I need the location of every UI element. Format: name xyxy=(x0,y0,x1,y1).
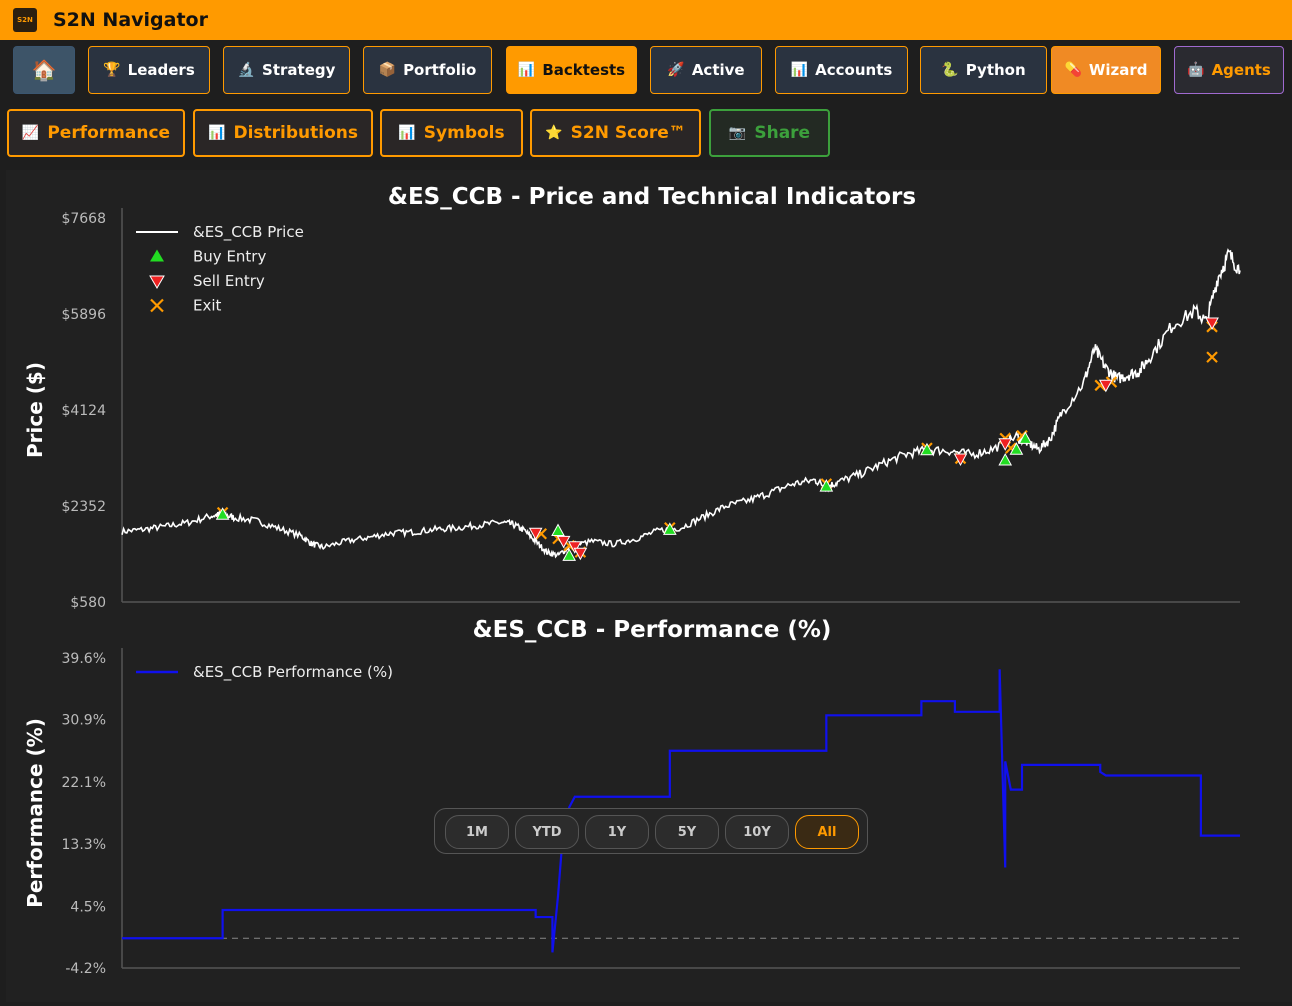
trophy-icon: 🏆 xyxy=(103,62,121,78)
nav-label: Strategy xyxy=(262,61,336,79)
y-tick-label: $5896 xyxy=(61,307,106,323)
nav-portfolio-button[interactable]: 📦 Portfolio xyxy=(363,46,492,94)
exit-marker xyxy=(1206,351,1218,363)
buy-entry-marker xyxy=(998,453,1013,466)
nav-label: Wizard xyxy=(1088,61,1148,79)
price-series-line xyxy=(121,248,1241,559)
subnav-s2n-score-button[interactable]: ⭐ S2N Score™ xyxy=(530,109,701,157)
nav-strategy-button[interactable]: 🔬 Strategy xyxy=(223,46,350,94)
robot-icon: 🤖 xyxy=(1187,62,1205,78)
y-tick-label: -4.2% xyxy=(65,961,106,977)
y-tick-label: 30.9% xyxy=(62,713,106,729)
nav-backtests-button[interactable]: 📊 Backtests xyxy=(506,46,637,94)
y-axis-label: Performance (%) xyxy=(23,718,47,908)
package-icon: 📦 xyxy=(378,62,397,78)
subnav-share-button[interactable]: 📷 Share xyxy=(709,109,830,157)
title-bar: S2N S2N Navigator xyxy=(0,0,1292,40)
app-title: S2N Navigator xyxy=(53,9,208,31)
y-tick-label: 22.1% xyxy=(62,775,106,791)
nav-agents-button[interactable]: 🤖 Agents xyxy=(1174,46,1284,94)
nav-label: Agents xyxy=(1211,61,1271,79)
range-selector: 1M YTD 1Y 5Y 10Y All xyxy=(434,808,868,854)
chart-0 xyxy=(121,208,1241,603)
home-icon: 🏠 xyxy=(31,58,57,82)
sub-nav: 📈 Performance 📊 Distributions 📊 Symbols ⭐ S2N S… xyxy=(0,109,1292,159)
nav-label: Leaders xyxy=(127,61,195,79)
microscope-icon: 🔬 xyxy=(237,62,256,78)
line-chart-icon: 📈 xyxy=(21,125,40,141)
legend-sell-swatch xyxy=(149,275,165,289)
y-tick-label: 39.6% xyxy=(62,651,106,667)
python-icon: 🐍 xyxy=(941,62,959,78)
subnav-label: Distributions xyxy=(233,123,358,143)
chart-title: &ES_CCB - Price and Technical Indicators xyxy=(388,184,916,210)
y-axis-label: Price ($) xyxy=(23,362,47,458)
legend-buy-swatch xyxy=(150,249,164,262)
range-1y-button[interactable]: 1Y xyxy=(585,815,649,849)
bar-chart-icon: 📊 xyxy=(398,125,416,141)
range-ytd-button[interactable]: YTD xyxy=(515,815,579,849)
nav-label: Python xyxy=(965,61,1026,79)
nav-wizard-button[interactable]: 💊 Wizard xyxy=(1051,46,1161,94)
nav-active-button[interactable]: 🚀 Active xyxy=(650,46,762,94)
subnav-symbols-button[interactable]: 📊 Symbols xyxy=(380,109,523,157)
chart-title: &ES_CCB - Performance (%) xyxy=(473,617,832,643)
subnav-label: Share xyxy=(754,123,811,143)
legend-label: Sell Entry xyxy=(193,272,265,290)
nav-label: Portfolio xyxy=(403,61,477,79)
nav-accounts-button[interactable]: 📊 Accounts xyxy=(775,46,908,94)
y-tick-label: $7668 xyxy=(61,211,106,227)
y-tick-label: 4.5% xyxy=(70,899,106,915)
subnav-performance-button[interactable]: 📈 Performance xyxy=(7,109,185,157)
bar-chart-icon: 📊 xyxy=(208,125,226,141)
app-logo: S2N xyxy=(13,8,37,32)
y-tick-label: $2352 xyxy=(61,499,106,515)
subnav-label: Performance xyxy=(47,123,171,143)
main-nav: 🏠 🏆 Leaders 🔬 Strategy 📦 Portfolio 📊 Backtests 🚀 A… xyxy=(0,46,1292,96)
charts-svg: &ES_CCB - Price and Technical Indicators… xyxy=(23,184,1241,977)
y-tick-label: $580 xyxy=(70,595,106,611)
rocket-icon: 🚀 xyxy=(667,62,685,78)
buy-entry-marker xyxy=(551,523,565,536)
legend-label: Buy Entry xyxy=(193,248,266,266)
y-tick-label: $4124 xyxy=(61,403,106,419)
subnav-label: S2N Score™ xyxy=(570,123,686,143)
nav-home-button[interactable]: 🏠 xyxy=(13,46,75,94)
legend-exit-swatch xyxy=(150,298,164,313)
chart-panel: &ES_CCB - Price and Technical Indicators… xyxy=(6,170,1292,1002)
bar-chart-icon: 📊 xyxy=(790,62,809,78)
range-all-button[interactable]: All xyxy=(795,815,859,849)
range-5y-button[interactable]: 5Y xyxy=(655,815,719,849)
legend-label: &ES_CCB Price xyxy=(193,223,304,242)
subnav-distributions-button[interactable]: 📊 Distributions xyxy=(193,109,373,157)
nav-python-button[interactable]: 🐍 Python xyxy=(920,46,1047,94)
star-icon: ⭐ xyxy=(545,125,563,141)
range-1m-button[interactable]: 1M xyxy=(445,815,509,849)
subnav-label: Symbols xyxy=(423,123,505,143)
nav-label: Active xyxy=(691,61,745,79)
nav-label: Accounts xyxy=(815,61,893,79)
pill-icon: 💊 xyxy=(1064,62,1082,78)
nav-leaders-button[interactable]: 🏆 Leaders xyxy=(88,46,210,94)
legend-label: &ES_CCB Performance (%) xyxy=(193,663,393,682)
range-10y-button[interactable]: 10Y xyxy=(725,815,789,849)
nav-label: Backtests xyxy=(542,61,626,79)
legend-label: Exit xyxy=(193,297,222,315)
y-tick-label: 13.3% xyxy=(62,837,106,853)
camera-icon: 📷 xyxy=(728,125,747,141)
bar-chart-icon: 📊 xyxy=(517,62,536,78)
